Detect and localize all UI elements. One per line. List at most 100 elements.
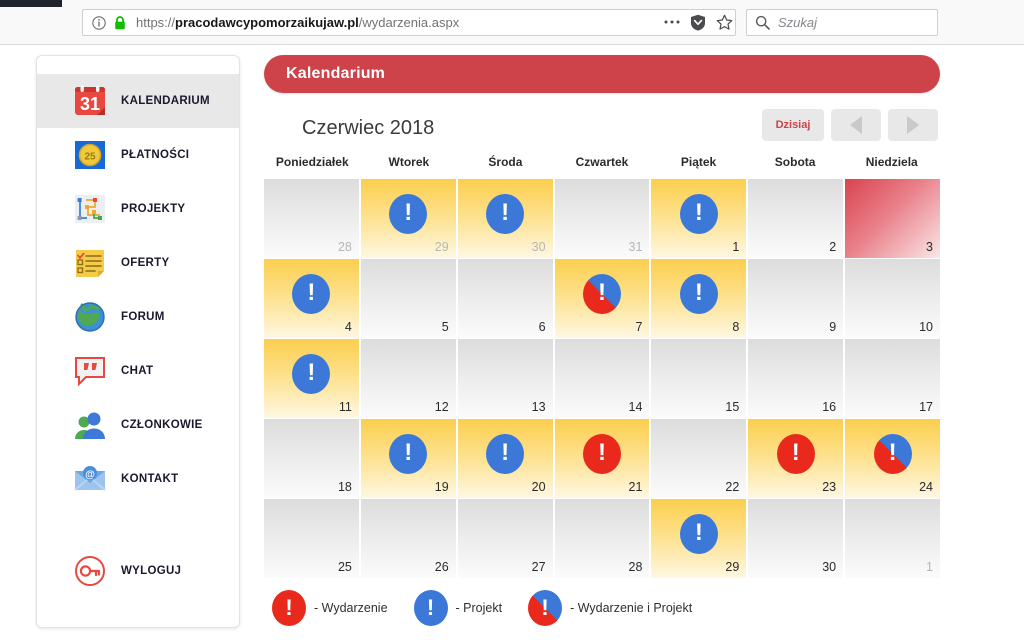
sidebar-logout-label: WYLOGUJ <box>121 565 182 577</box>
calendar-day-cell[interactable]: 15 <box>651 339 747 418</box>
day-number: 9 <box>829 320 837 334</box>
svg-text:31: 31 <box>80 94 100 114</box>
sidebar-item-kalendarium[interactable]: 31 KALENDARIUM <box>37 74 239 128</box>
event-badge-blue[interactable]: ! <box>389 193 428 234</box>
calendar-day-cell[interactable]: 26 <box>360 499 456 578</box>
legend-item: ! - Wydarzenie i Projekt <box>528 590 692 626</box>
calendar-day-cell[interactable]: 27 <box>457 499 553 578</box>
calendar-day-cell[interactable]: 13 <box>457 339 553 418</box>
calendar-day-cell[interactable]: ! 20 <box>457 419 553 498</box>
event-badge-both[interactable]: ! <box>873 433 912 474</box>
page-title: Kalendarium <box>286 65 386 82</box>
svg-text:@: @ <box>85 470 95 481</box>
event-badge-red[interactable]: ! <box>582 433 621 474</box>
calendar-toolbar: Czerwiec 2018 Dzisiaj <box>264 109 940 147</box>
pocket-button[interactable] <box>688 12 708 32</box>
calendar-day-cell[interactable]: 17 <box>845 339 940 418</box>
calendar-day-cell[interactable]: 30 <box>748 499 844 578</box>
page-actions-button[interactable] <box>662 12 682 32</box>
event-badge-blue[interactable]: ! <box>486 433 525 474</box>
event-badge-both[interactable]: ! <box>582 273 621 314</box>
calendar-day-cell[interactable]: 6 <box>457 259 553 338</box>
calendar-day-cell[interactable]: 31 <box>554 179 650 258</box>
envelope-icon: @ <box>73 462 107 496</box>
sidebar-item-label: KONTAKT <box>121 473 179 485</box>
weekday-label: Środa <box>488 155 523 169</box>
sidebar-item-kontakt[interactable]: @ KONTAKT <box>37 452 239 506</box>
legend-badge-red: ! <box>272 590 306 626</box>
event-badge-blue[interactable]: ! <box>292 273 331 314</box>
day-number: 3 <box>926 240 933 254</box>
event-badge-blue[interactable]: ! <box>679 193 718 234</box>
weekday-label: Poniedziałek <box>275 155 349 169</box>
browser-search-bar[interactable]: Szukaj <box>746 9 938 36</box>
calendar-day-cell[interactable]: 2 <box>748 179 844 258</box>
calendar-day-cell[interactable]: 3 <box>845 179 940 258</box>
sidebar-item-oferty[interactable]: OFERTY <box>37 236 239 290</box>
weekday-label: Niedziela <box>865 155 918 169</box>
sidebar-item-chat[interactable]: CHAT <box>37 344 239 398</box>
globe-icon <box>73 300 107 334</box>
calendar-day-cell[interactable]: ! 30 <box>457 179 553 258</box>
day-number: 21 <box>628 480 643 494</box>
event-badge-red[interactable]: ! <box>776 433 815 474</box>
sidebar-item-platnosci[interactable]: 25 PŁATNOŚCI <box>37 128 239 182</box>
calendar-day-cell[interactable]: ! 29 <box>651 499 747 578</box>
info-icon[interactable] <box>91 15 107 31</box>
sidebar-item-czlonkowie[interactable]: CZŁONKOWIE <box>37 398 239 452</box>
sidebar-item-wyloguj[interactable]: WYLOGUJ <box>37 544 239 598</box>
calendar-day-cell[interactable]: 9 <box>748 259 844 338</box>
sidebar-item-projekty[interactable]: PROJEKTY <box>37 182 239 236</box>
next-month-button[interactable] <box>888 109 938 141</box>
calendar-day-cell[interactable]: 12 <box>360 339 456 418</box>
exclamation-icon: ! <box>791 438 800 466</box>
legend-item: ! - Wydarzenie <box>272 590 388 626</box>
event-badge-blue[interactable]: ! <box>679 513 718 554</box>
calendar-day-cell[interactable]: ! 8 <box>651 259 747 338</box>
calendar-day-cell[interactable]: 16 <box>748 339 844 418</box>
weekday-label: Piątek <box>680 155 717 169</box>
calendar-day-cell[interactable]: ! 1 <box>651 179 747 258</box>
calendar-day-cell[interactable]: 5 <box>360 259 456 338</box>
lock-icon[interactable] <box>113 15 127 31</box>
calendar-day-cell[interactable]: 28 <box>554 499 650 578</box>
tab-strip-edge <box>0 0 62 7</box>
browser-chrome: https://pracodawcypomorzaikujaw.pl/wydar… <box>0 0 1024 45</box>
calendar-day-cell[interactable]: ! 11 <box>264 339 359 418</box>
sidebar-item-forum[interactable]: FORUM <box>37 290 239 344</box>
search-input[interactable]: Szukaj <box>778 15 817 30</box>
calendar-day-cell[interactable]: 10 <box>845 259 940 338</box>
calendar-day-cell[interactable]: 22 <box>651 419 747 498</box>
exclamation-icon: ! <box>404 198 413 226</box>
calendar-grid: 28! 29! 30 31! 1 2 3! 4 5 6! 7! 8 9 10! 11 12 13 14 15 16 17… <box>264 179 940 578</box>
today-button[interactable]: Dzisiaj <box>762 109 824 141</box>
calendar-day-cell[interactable]: 14 <box>554 339 650 418</box>
calendar-day-cell[interactable]: ! 7 <box>554 259 650 338</box>
day-number: 25 <box>337 560 352 574</box>
day-number: 12 <box>434 400 449 414</box>
calendar-day-cell[interactable]: ! 4 <box>264 259 359 338</box>
projects-icon <box>73 192 107 226</box>
calendar-day-cell[interactable]: 28 <box>264 179 359 258</box>
calendar-day-cell[interactable]: ! 29 <box>360 179 456 258</box>
calendar-day-cell[interactable]: ! 23 <box>748 419 844 498</box>
calendar-day-cell[interactable]: ! 19 <box>360 419 456 498</box>
event-badge-blue[interactable]: ! <box>292 353 331 394</box>
calendar-day-cell[interactable]: ! 24 <box>845 419 940 498</box>
calendar-day-cell[interactable]: ! 21 <box>554 419 650 498</box>
calendar-day-cell[interactable]: 1 <box>845 499 940 578</box>
calendar-day-cell[interactable]: 25 <box>264 499 359 578</box>
event-badge-blue[interactable]: ! <box>486 193 525 234</box>
day-number: 4 <box>344 320 352 334</box>
calendar-legend: ! - Wydarzenie! - Projekt! - Wydarzenie i P… <box>264 588 940 628</box>
day-number: 30 <box>531 240 546 254</box>
day-number: 17 <box>919 400 933 414</box>
event-badge-blue[interactable]: ! <box>679 273 718 314</box>
calendar-day-cell[interactable]: 18 <box>264 419 359 498</box>
event-badge-blue[interactable]: ! <box>389 433 428 474</box>
today-button-label: Dzisiaj <box>775 119 811 131</box>
day-number: 6 <box>538 320 546 334</box>
address-bar[interactable]: https://pracodawcypomorzaikujaw.pl/wydar… <box>82 9 736 36</box>
prev-month-button[interactable] <box>831 109 881 141</box>
bookmark-button[interactable] <box>714 12 734 32</box>
